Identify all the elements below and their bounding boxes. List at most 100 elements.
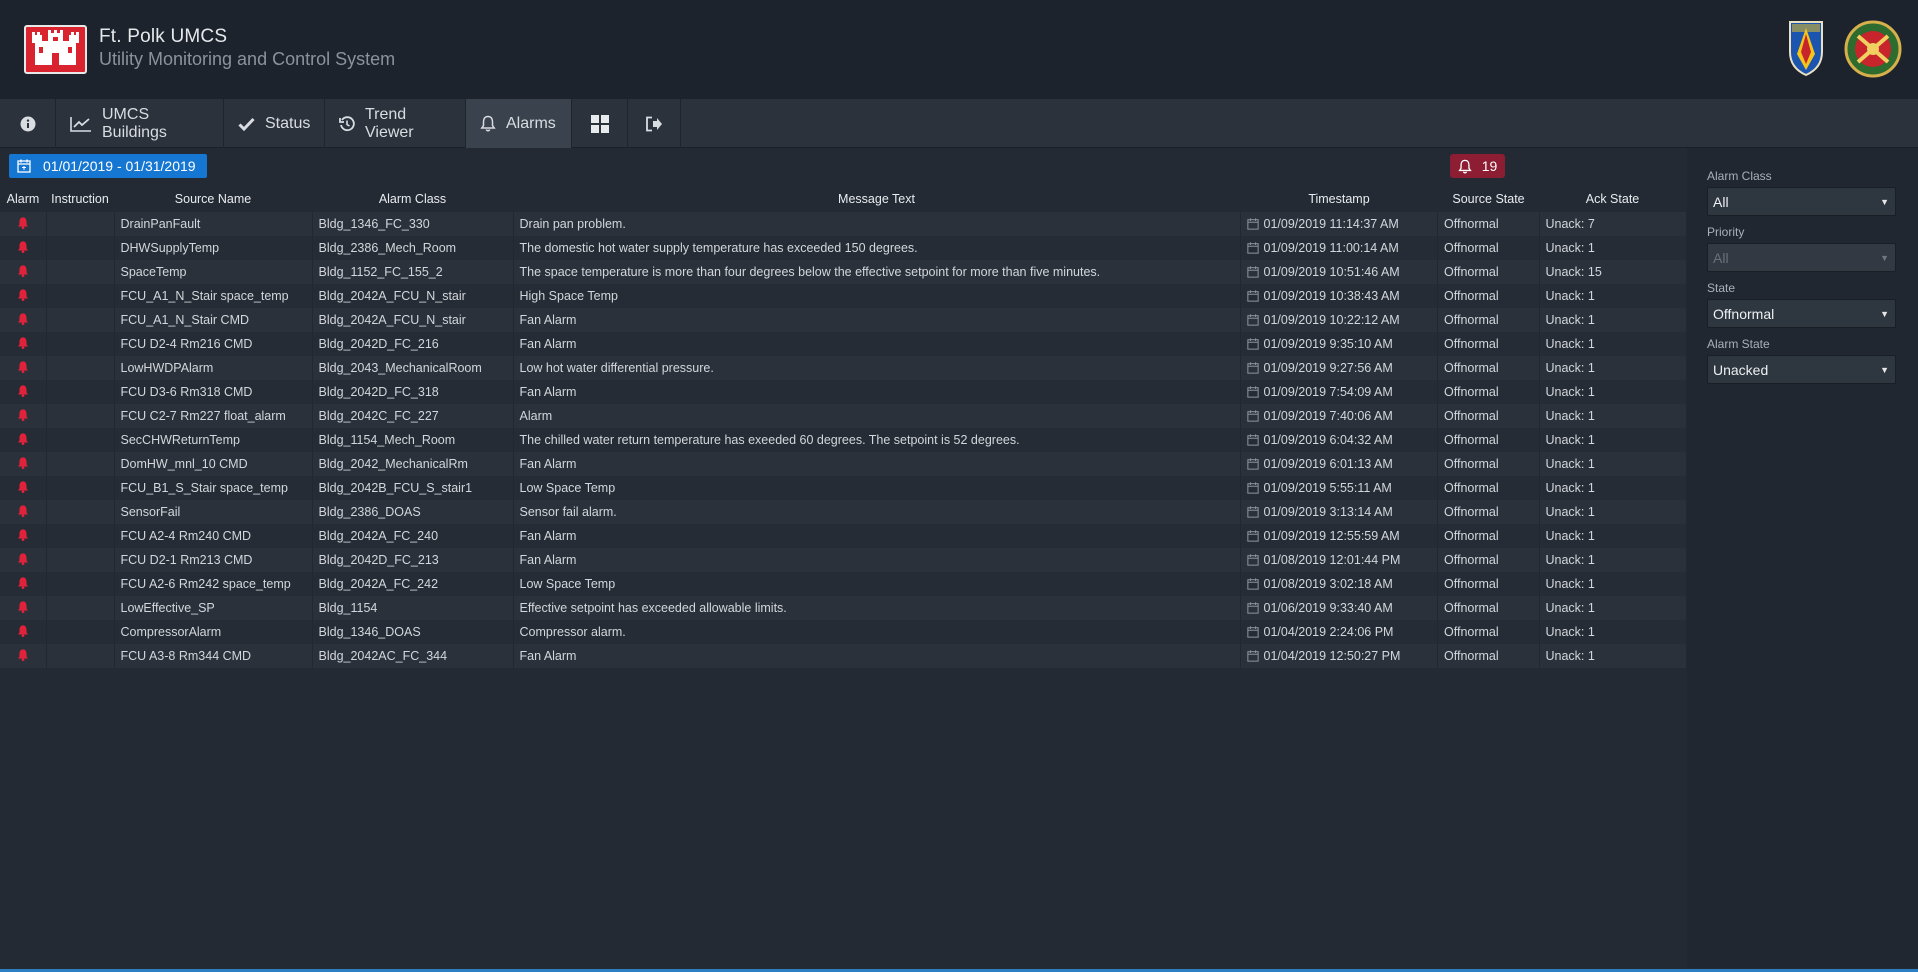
message-text-cell: Fan Alarm <box>513 644 1241 668</box>
tab-trend-viewer[interactable]: Trend Viewer <box>325 99 466 148</box>
message-text-cell: Compressor alarm. <box>513 620 1241 644</box>
ack-state-cell: Unack: 1 <box>1539 332 1687 356</box>
priority-select: All ▼ <box>1707 243 1896 272</box>
message-text-cell: High Space Temp <box>513 284 1241 308</box>
message-text-cell: The space temperature is more than four … <box>513 260 1241 284</box>
table-row[interactable]: FCU D3-6 Rm318 CMD Bldg_2042D_FC_318 Fan… <box>0 380 1687 404</box>
table-row[interactable]: FCU_B1_S_Stair space_temp Bldg_2042B_FCU… <box>0 476 1687 500</box>
tab-status[interactable]: Status <box>224 99 325 148</box>
source-name-cell: FCU C2-7 Rm227 float_alarm <box>114 404 313 428</box>
table-row[interactable]: SecCHWReturnTemp Bldg_1154_Mech_Room The… <box>0 428 1687 452</box>
table-row[interactable]: DHWSupplyTemp Bldg_2386_Mech_Room The do… <box>0 236 1687 260</box>
table-row[interactable]: FCU A3-8 Rm344 CMD Bldg_2042AC_FC_344 Fa… <box>0 644 1687 668</box>
calendar-icon <box>1246 314 1259 326</box>
col-header-timestamp[interactable]: Timestamp <box>1240 186 1438 212</box>
col-header-message-text[interactable]: Message Text <box>513 186 1240 212</box>
table-row[interactable]: CompressorAlarm Bldg_1346_DOAS Compresso… <box>0 620 1687 644</box>
table-row[interactable]: DrainPanFault Bldg_1346_FC_330 Drain pan… <box>0 212 1687 236</box>
col-header-source-name[interactable]: Source Name <box>114 186 312 212</box>
message-text-cell: Sensor fail alarm. <box>513 500 1241 524</box>
timestamp-cell: 01/09/2019 10:38:43 AM <box>1240 284 1438 308</box>
info-button[interactable] <box>0 99 56 148</box>
table-row[interactable]: FCU A2-4 Rm240 CMD Bldg_2042A_FC_240 Fan… <box>0 524 1687 548</box>
source-state-cell: Offnormal <box>1438 260 1540 284</box>
table-row[interactable]: FCU A2-6 Rm242 space_temp Bldg_2042A_FC_… <box>0 572 1687 596</box>
instruction-cell <box>46 620 115 644</box>
timestamp-value: 01/09/2019 11:14:37 AM <box>1263 217 1399 231</box>
timestamp-cell: 01/09/2019 12:55:59 AM <box>1240 524 1438 548</box>
alarm-status-cell <box>0 428 47 452</box>
alarm-status-cell <box>0 212 47 236</box>
alarm-class-cell: Bldg_2042D_FC_216 <box>312 332 514 356</box>
calendar-icon <box>1246 458 1259 470</box>
history-icon <box>339 115 355 131</box>
state-select[interactable]: Offnormal ▼ <box>1707 299 1896 328</box>
col-header-alarm-class[interactable]: Alarm Class <box>312 186 513 212</box>
alarm-count-badge[interactable]: 19 <box>1450 154 1505 178</box>
calendar-icon <box>1246 362 1259 374</box>
alarm-class-cell: Bldg_1346_DOAS <box>312 620 514 644</box>
source-state-cell: Offnormal <box>1438 620 1540 644</box>
source-state-cell: Offnormal <box>1438 476 1540 500</box>
source-name-cell: FCU D3-6 Rm318 CMD <box>114 380 313 404</box>
instruction-cell <box>46 212 115 236</box>
calendar-icon <box>1246 530 1259 542</box>
source-name-cell: FCU A2-6 Rm242 space_temp <box>114 572 313 596</box>
app-title: Ft. Polk UMCS <box>99 26 228 47</box>
table-row[interactable]: FCU_A1_N_Stair space_temp Bldg_2042A_FCU… <box>0 284 1687 308</box>
table-row[interactable]: FCU D2-1 Rm213 CMD Bldg_2042D_FC_213 Fan… <box>0 548 1687 572</box>
alarm-status-cell <box>0 332 47 356</box>
col-header-alarm[interactable]: Alarm <box>0 186 46 212</box>
alarm-class-cell: Bldg_2042C_FC_227 <box>312 404 514 428</box>
dashboard-button[interactable] <box>572 99 628 148</box>
tab-alarms[interactable]: Alarms <box>466 99 572 148</box>
alarm-bell-icon <box>17 600 28 613</box>
alarm-bell-icon <box>17 480 28 493</box>
table-row[interactable]: LowHWDPAlarm Bldg_2043_MechanicalRoom Lo… <box>0 356 1687 380</box>
timestamp-cell: 01/09/2019 10:22:12 AM <box>1240 308 1438 332</box>
table-row[interactable]: SensorFail Bldg_2386_DOAS Sensor fail al… <box>0 500 1687 524</box>
source-name-cell: CompressorAlarm <box>114 620 313 644</box>
timestamp-value: 01/09/2019 10:51:46 AM <box>1263 265 1400 279</box>
message-text-cell: Low Space Temp <box>513 572 1241 596</box>
table-row[interactable]: DomHW_mnl_10 CMD Bldg_2042_MechanicalRm … <box>0 452 1687 476</box>
calendar-icon <box>1246 602 1259 614</box>
source-name-cell: LowEffective_SP <box>114 596 313 620</box>
table-row[interactable]: FCU C2-7 Rm227 float_alarm Bldg_2042C_FC… <box>0 404 1687 428</box>
table-row[interactable]: FCU_A1_N_Stair CMD Bldg_2042A_FCU_N_stai… <box>0 308 1687 332</box>
table-row[interactable]: FCU D2-4 Rm216 CMD Bldg_2042D_FC_216 Fan… <box>0 332 1687 356</box>
timestamp-value: 01/09/2019 7:40:06 AM <box>1263 409 1393 423</box>
date-range-picker[interactable]: 01/01/2019 - 01/31/2019 <box>9 154 207 178</box>
alarms-table: Alarm Instruction Source Name Alarm Clas… <box>0 186 1687 668</box>
ack-state-cell: Unack: 1 <box>1539 620 1687 644</box>
calendar-icon <box>1246 578 1259 590</box>
calendar-icon <box>1246 650 1259 662</box>
timestamp-cell: 01/08/2019 3:02:18 AM <box>1240 572 1438 596</box>
source-state-cell: Offnormal <box>1438 308 1540 332</box>
unit-crest-emblem-icon <box>1844 20 1902 78</box>
alarm-class-select-value: All <box>1713 193 1729 210</box>
source-state-cell: Offnormal <box>1438 548 1540 572</box>
timestamp-value: 01/09/2019 9:35:10 AM <box>1263 337 1393 351</box>
message-text-cell: Low hot water differential pressure. <box>513 356 1241 380</box>
table-row[interactable]: SpaceTemp Bldg_1152_FC_155_2 The space t… <box>0 260 1687 284</box>
bell-icon <box>480 115 496 132</box>
table-row[interactable]: LowEffective_SP Bldg_1154 Effective setp… <box>0 596 1687 620</box>
col-header-source-state[interactable]: Source State <box>1438 186 1539 212</box>
chart-line-icon <box>70 116 91 132</box>
alarm-bell-icon <box>17 336 28 349</box>
alarm-class-select[interactable]: All ▼ <box>1707 187 1896 216</box>
calendar-icon <box>1246 506 1259 518</box>
alarm-class-cell: Bldg_2042D_FC_318 <box>312 380 514 404</box>
tab-umcs-buildings[interactable]: UMCS Buildings <box>56 99 224 148</box>
alarm-state-select[interactable]: Unacked ▼ <box>1707 355 1896 384</box>
source-name-cell: FCU_A1_N_Stair CMD <box>114 308 313 332</box>
message-text-cell: Fan Alarm <box>513 332 1241 356</box>
alarm-bell-icon <box>17 576 28 589</box>
logout-button[interactable] <box>628 99 681 148</box>
source-state-cell: Offnormal <box>1438 332 1540 356</box>
col-header-instruction[interactable]: Instruction <box>46 186 114 212</box>
source-state-cell: Offnormal <box>1438 524 1540 548</box>
source-state-cell: Offnormal <box>1438 428 1540 452</box>
col-header-ack-state[interactable]: Ack State <box>1539 186 1686 212</box>
